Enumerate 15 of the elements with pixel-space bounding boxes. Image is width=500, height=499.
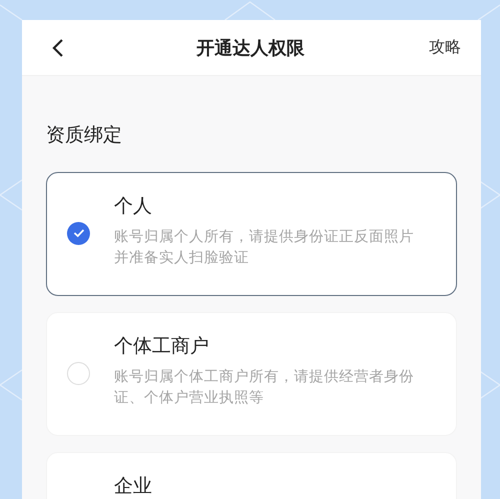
check-icon [72,228,84,238]
option-card[interactable]: 企业 [46,452,457,499]
page-title: 开通达人权限 [196,36,304,60]
radio-button[interactable] [67,222,90,244]
option-description: 账号归属个体工商户所有，请提供经营者身份证、个体户营业执照等 [114,368,415,408]
section-title: 资质绑定 [46,123,122,148]
option-description: 账号归属个人所有，请提供身份证正反面照片并准备实人扫脸验证 [114,228,415,268]
option-card[interactable]: 个体工商户 账号归属个体工商户所有，请提供经营者身份证、个体户营业执照等 [46,312,457,436]
radio-button[interactable] [67,362,90,384]
guide-link[interactable]: 攻略 [429,37,461,58]
option-card[interactable]: 个人 账号归属个人所有，请提供身份证正反面照片并准备实人扫脸验证 [46,172,457,296]
back-icon [52,38,64,58]
option-title: 企业 [114,474,152,499]
option-title: 个人 [114,194,152,219]
option-title: 个体工商户 [114,334,209,359]
